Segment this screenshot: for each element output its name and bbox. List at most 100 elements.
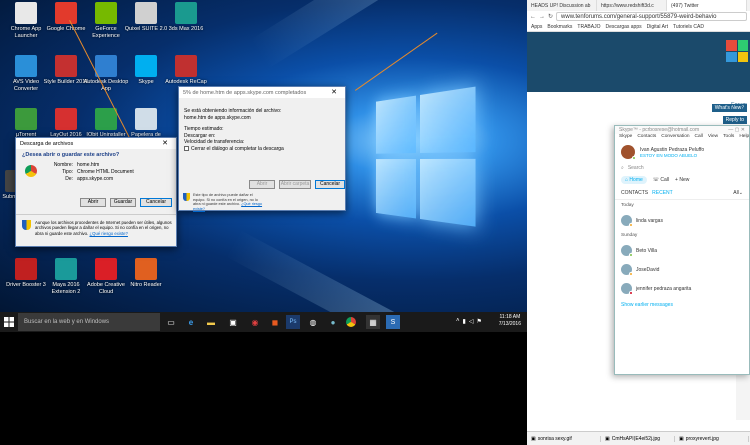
call-button[interactable]: ☏ Call (653, 177, 669, 183)
download-item[interactable]: ▣ sonrisa sexy.gif (527, 435, 601, 442)
user-name: Ivan Agustin Pedraza Peluffo (640, 146, 705, 153)
status-dot (629, 291, 633, 295)
dialog-titlebar: Descarga de archivos ✕ (16, 138, 176, 149)
contact-item[interactable]: JoseDavid (615, 260, 749, 279)
contact-item[interactable]: Beto Villa (615, 241, 749, 260)
download-progress-dialog: 5% de home.htm de apps.skype.com complet… (178, 86, 346, 211)
forward-icon[interactable]: → (539, 14, 545, 20)
app-icon (95, 108, 117, 130)
home-button[interactable]: ⌂ Home (621, 176, 647, 184)
edge-icon[interactable]: e (184, 315, 198, 329)
download-item[interactable]: ▣ CmHsAPI(E4ei52j.jpg (601, 435, 675, 442)
cancel-button[interactable]: Cancelar (315, 180, 345, 189)
cancel-button[interactable]: Cancelar (140, 198, 172, 207)
bookmark-item[interactable]: Apps (531, 24, 542, 30)
desktop-icon[interactable]: Nitro Reader (122, 258, 170, 289)
download-item[interactable]: ▣ proxyrevert.jpg (675, 435, 749, 442)
steam-icon[interactable]: ◍ (306, 315, 320, 329)
skype-menu-item[interactable]: Tools (723, 134, 734, 141)
flag-icon[interactable]: ⚑ (476, 318, 481, 325)
contact-avatar (621, 215, 633, 227)
close-on-complete-checkbox[interactable] (184, 146, 189, 152)
reload-icon[interactable]: ↻ (548, 13, 553, 20)
skype-menu-item[interactable]: View (708, 134, 718, 141)
task-view-icon[interactable]: ▭ (164, 315, 178, 329)
from-label: De: (65, 176, 73, 182)
app-icon-round[interactable]: ● (326, 315, 340, 329)
new-button[interactable]: + New (675, 177, 689, 183)
app-icon (15, 55, 37, 77)
skype-menu-item[interactable]: Help (739, 134, 749, 141)
file-explorer-icon[interactable]: ▬ (204, 315, 218, 329)
skype-taskbar-icon[interactable]: S (386, 315, 400, 329)
store-icon[interactable]: ▣ (226, 315, 240, 329)
app-icon-orange[interactable]: ◼ (268, 315, 282, 329)
browser-tab[interactable]: https://www.redshift3d.c (597, 0, 667, 11)
desktop-icon[interactable]: Papelera de (122, 108, 170, 139)
bookmark-item[interactable]: Descargas apps (605, 24, 641, 30)
app-icon (15, 258, 37, 280)
browser-tab[interactable]: (497) Twitter (667, 0, 747, 11)
chevron-up-icon[interactable]: ˄ (456, 318, 460, 325)
window-controls[interactable]: — ▢ ✕ (728, 127, 745, 133)
bookmark-item[interactable]: Bookmarks (547, 24, 572, 30)
url-input[interactable]: www.tenforums.com/general-support/55879-… (556, 12, 747, 21)
back-icon[interactable]: ← (530, 14, 536, 20)
contact-name: linda vargas (636, 217, 663, 224)
bookmark-item[interactable]: TRABAJO (577, 24, 600, 30)
open-button[interactable]: Abrir (249, 180, 275, 189)
desktop-icon[interactable]: Autodesk ReCap (162, 55, 210, 86)
contact-item[interactable]: jennifer pedraza angarita (615, 279, 749, 298)
recent-tab[interactable]: RECENT (652, 190, 673, 196)
skype-menu-item[interactable]: Call (695, 134, 703, 141)
filter-dropdown[interactable]: All⌄ (733, 190, 743, 196)
skype-menu-item[interactable]: Contacts (637, 134, 656, 141)
taskbar-clock[interactable]: 11:18 AM 7/13/2016 (499, 314, 521, 328)
contact-name: Beto Villa (636, 247, 658, 254)
user-status[interactable]: ESTOY EN MODO ABUELO (640, 153, 704, 158)
tenforums-logo (726, 40, 748, 62)
skype-menu-item[interactable]: Skype (619, 134, 632, 141)
download-dialog: Descarga de archivos ✕ ¿Desea abrir o gu… (15, 137, 177, 247)
open-button[interactable]: Abrir (80, 198, 106, 207)
name-label: Nombre: (53, 162, 73, 168)
chrome-icon[interactable] (346, 317, 356, 327)
taskbar-search[interactable]: Buscar en la web y en Windows (18, 313, 160, 331)
desktop: Chrome App Launcher Google Chrome GeForce … (0, 0, 527, 312)
contact-avatar (621, 283, 633, 295)
app-icon-red[interactable]: ◉ (248, 315, 262, 329)
file-icon: ▣ (531, 435, 536, 442)
reply-button[interactable]: Reply to (722, 116, 747, 124)
start-button[interactable] (2, 315, 16, 329)
close-icon[interactable]: ✕ (158, 139, 172, 148)
show-earlier-link[interactable]: Show earlier messages (615, 298, 749, 312)
bookmark-item[interactable]: Tutoriels CAD (673, 24, 704, 30)
status-dot (629, 253, 633, 257)
browser-tab[interactable]: HEADS UP! Discussion ab (527, 0, 597, 11)
call-label: Call (660, 177, 670, 183)
download-label: CmHsAPI(E4ei52j.jpg (611, 435, 661, 442)
address-bar-row: ← → ↻ www.tenforums.com/general-support/… (527, 11, 750, 22)
file-icon: ▣ (605, 435, 610, 442)
risk-link[interactable]: ¿Qué riesgo existe? (89, 231, 127, 236)
chrome-file-icon (25, 165, 37, 177)
bookmark-item[interactable]: Digital Art (647, 24, 668, 30)
volume-icon[interactable]: ◁ (469, 318, 474, 325)
network-icon[interactable]: ▮ (463, 318, 466, 325)
file-icon: ▣ (679, 435, 684, 442)
contacts-tab[interactable]: CONTACTS (621, 190, 648, 196)
skype-menu-item[interactable]: Conversation (661, 134, 689, 141)
open-folder-button[interactable]: Abrir carpeta (279, 180, 311, 189)
save-button[interactable]: Guardar (110, 198, 136, 207)
user-avatar[interactable] (621, 145, 636, 160)
skype-search-input[interactable]: Search (628, 165, 644, 171)
tab-label: https://www.redshift3d.c (601, 2, 654, 9)
contact-item[interactable]: linda vargas (615, 211, 749, 230)
close-icon[interactable]: ✕ (327, 88, 341, 97)
clock-date: 7/13/2016 (498, 321, 521, 327)
app-icon (135, 258, 157, 280)
app-icon-dark[interactable]: ▦ (366, 315, 380, 329)
forum-link[interactable]: Forum (731, 102, 747, 108)
photoshop-icon[interactable]: Ps (286, 315, 300, 329)
desktop-icon[interactable]: 3ds Max 2016 (162, 2, 210, 33)
